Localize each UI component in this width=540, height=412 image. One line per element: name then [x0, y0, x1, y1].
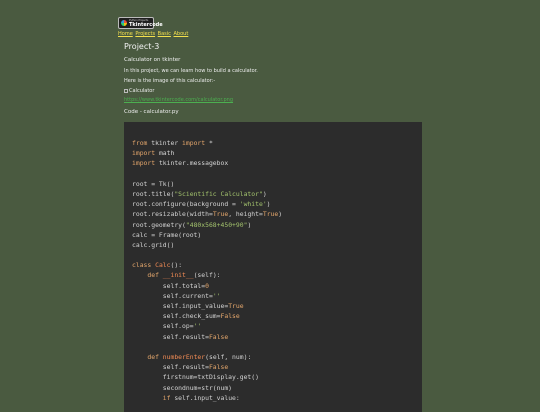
code-line: self.result=False	[132, 332, 229, 341]
image-intro-text: Here is the image of this calculator:-	[124, 78, 216, 84]
top-nav: Home Projects Basic About	[118, 31, 189, 38]
intro-text: In this project, we can learn how to bui…	[124, 68, 258, 74]
code-line: secondnum=str(num)	[132, 383, 233, 392]
broken-image-icon	[124, 89, 128, 93]
code-line: self.total=0	[132, 281, 209, 290]
code-line: if self.input_value:	[162, 393, 240, 402]
code-line: self.current=''	[132, 291, 221, 300]
nav-about-link[interactable]: About	[174, 31, 189, 37]
calculator-image-link[interactable]: https://www.tkintercode.com/calculator.p…	[124, 97, 233, 103]
code-line: root.configure(background = 'white')	[132, 200, 271, 209]
code-line: root.resizable(width=True, height=True)	[132, 210, 283, 219]
nav-basic-link[interactable]: Basic	[158, 31, 171, 37]
code-line: self.input_value=True	[132, 302, 244, 310]
code-line: class Calc():	[132, 261, 183, 270]
nav-projects-link[interactable]: Projects	[135, 31, 155, 37]
page-title: Project-3	[124, 42, 160, 51]
nav-home-link[interactable]: Home	[118, 31, 133, 37]
code-line: self.result=False	[132, 363, 229, 372]
code-line: def numberEnter(self, num):	[147, 352, 252, 361]
logo-brand-text: Tkintercode	[129, 22, 163, 28]
code-block: from tkinter import * import math import t…	[124, 122, 422, 412]
site-logo[interactable]: Python Projects Tkintercode	[118, 17, 163, 29]
calculator-image-alt: Calculator	[129, 88, 155, 94]
code-line: import math	[132, 149, 175, 158]
code-line: from tkinter import *	[132, 139, 213, 147]
code-line: root.geometry("480x568+450+90")	[132, 220, 252, 229]
code-line: firstnum=txtDisplay.get()	[132, 373, 259, 382]
code-line: def __init__(self):	[147, 271, 221, 280]
code-line: root = Tk()	[132, 179, 175, 188]
code-line: self.check_sum=False	[132, 312, 240, 321]
code-line: import tkinter.messagebox	[132, 159, 229, 168]
python-logo-icon	[121, 20, 127, 26]
code-line: calc = Frame(root)	[132, 230, 202, 239]
calculator-image: Calculator	[124, 88, 154, 94]
code-line: calc.grid()	[132, 240, 175, 249]
code-label: Code - calculator.py	[124, 109, 179, 115]
page-subtitle: Calculator on tkinter	[124, 57, 181, 63]
code-line: self.op=''	[132, 322, 202, 331]
code-line: root.title("Scientific Calculator")	[132, 189, 267, 198]
